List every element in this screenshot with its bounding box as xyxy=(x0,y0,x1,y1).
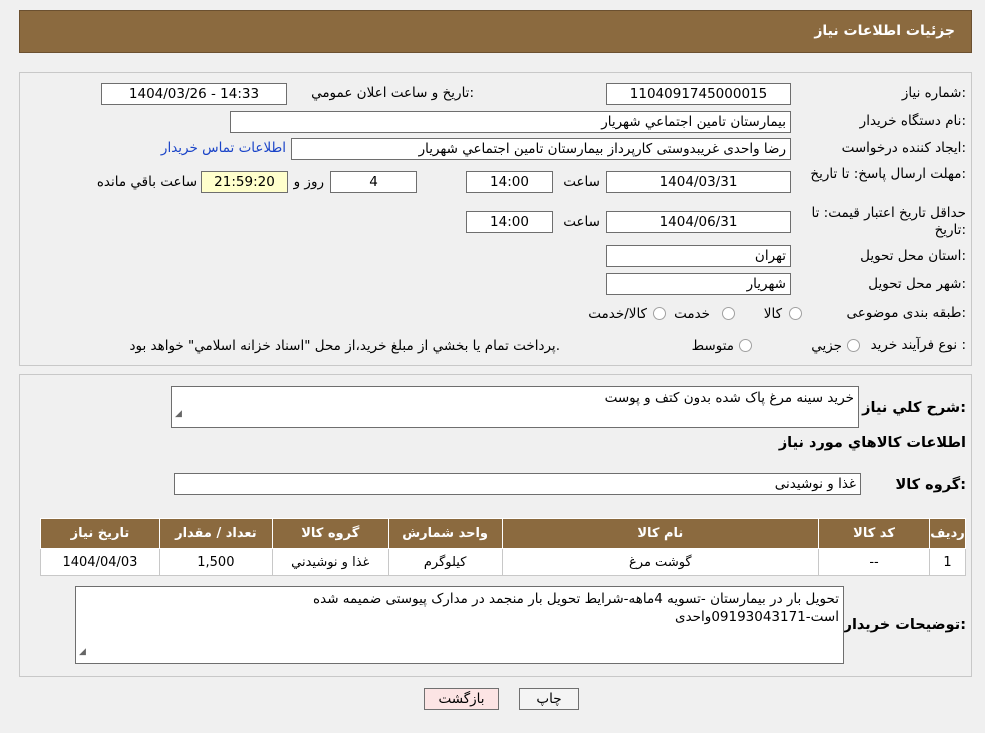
category-goods-service-label: کالا/خدمت xyxy=(588,306,647,322)
category-goods-service-radio[interactable] xyxy=(653,307,666,320)
reply-deadline-label: مهلت ارسال پاسخ: تا تاریخ: xyxy=(810,166,966,182)
reply-deadline-date: 1404/03/31 xyxy=(606,171,791,193)
price-time-label: ساعت xyxy=(563,214,600,230)
city-label: شهر محل تحويل: xyxy=(868,276,966,292)
category-service-label: خدمت xyxy=(674,306,710,322)
reply-deadline-time: 14:00 xyxy=(466,171,553,193)
col-goods-group: گروه کالا xyxy=(271,518,389,549)
page-title: جزئیات اطلاعات نیاز xyxy=(814,23,955,39)
reply-time-label: ساعت xyxy=(563,174,600,190)
cell-goods-group: غذا و نوشيدني xyxy=(271,548,389,576)
cell-quantity: 1,500 xyxy=(158,548,273,576)
purchase-minor-label: جزيي xyxy=(811,338,842,354)
days-label: روز و xyxy=(293,174,324,190)
back-button[interactable]: بازگشت xyxy=(424,688,499,710)
category-goods-radio[interactable] xyxy=(789,307,802,320)
col-unit: واحد شمارش xyxy=(387,518,503,549)
buyer-contact-link[interactable]: اطلاعات تماس خريدار xyxy=(161,140,286,156)
payment-note: پرداخت تمام يا بخشي از مبلغ خريد،از محل … xyxy=(129,338,560,354)
buyer-notes-label: توضيحات خريدار: xyxy=(843,617,966,633)
city-field: شهريار xyxy=(606,273,791,295)
purchase-medium-radio[interactable] xyxy=(739,339,752,352)
buyer-org-field: بيمارستان تامين اجتماعي شهريار xyxy=(230,111,791,133)
requester-field: رضا واحدی غریبدوستی کارپرداز بيمارستان ت… xyxy=(291,138,791,160)
goods-group-field: غذا و نوشیدنی xyxy=(174,473,861,495)
goods-group-label: گروه کالا: xyxy=(895,477,966,493)
province-label: استان محل تحويل: xyxy=(860,248,966,264)
col-need-date: تاریخ نیاز xyxy=(40,518,160,549)
summary-text: خرید سینه مرغ پاک شده بدون کتف و پوست xyxy=(604,390,854,406)
summary-textarea[interactable]: خرید سینه مرغ پاک شده بدون کتف و پوست ◢ xyxy=(171,386,859,428)
announce-label: تاریخ و ساعت اعلان عمومي: xyxy=(311,85,474,101)
page-header: جزئیات اطلاعات نیاز xyxy=(19,10,972,53)
print-button[interactable]: چاپ xyxy=(519,688,579,710)
buyer-notes-line1: تحویل بار در بیمارستان -تسویه 4ماهه-شرای… xyxy=(313,591,839,607)
col-goods-name: نام کالا xyxy=(501,518,820,549)
table-header-row: تاریخ نیاز تعداد / مقدار گروه کالا واحد … xyxy=(40,518,967,549)
days-remaining-field: 4 xyxy=(330,171,417,193)
need-number-field: 1104091745000015 xyxy=(606,83,791,105)
resize-grip-icon: ◢ xyxy=(175,409,182,419)
purchase-minor-radio[interactable] xyxy=(847,339,860,352)
col-row-number: رديف xyxy=(928,518,967,549)
cell-unit: کيلوگرم xyxy=(387,548,503,576)
cell-row-number: 1 xyxy=(928,548,967,576)
purchase-type-label: نوع فرآيند خريد : xyxy=(870,337,966,353)
col-goods-code: کد کالا xyxy=(818,518,930,549)
cell-need-date: 1404/04/03 xyxy=(40,548,160,576)
col-quantity: تعداد / مقدار xyxy=(158,518,273,549)
price-validity-date: 1404/06/31 xyxy=(606,211,791,233)
summary-label: شرح کلي نياز: xyxy=(862,400,966,416)
cell-goods-code: -- xyxy=(818,548,930,576)
price-validity-label: حداقل تاریخ اعتبار قیمت: تا تاریخ: xyxy=(811,205,966,238)
resize-grip-icon: ◢ xyxy=(79,647,86,657)
table-row: 1404/04/03 1,500 غذا و نوشيدني کيلوگرم گ… xyxy=(40,548,967,576)
category-service-radio[interactable] xyxy=(722,307,735,320)
buyer-notes-textarea[interactable]: تحویل بار در بیمارستان -تسویه 4ماهه-شرای… xyxy=(75,586,844,664)
category-goods-label: کالا xyxy=(763,306,782,322)
buyer-org-label: نام دستگاه خريدار: xyxy=(859,113,966,129)
cell-goods-name: گوشت مرغ xyxy=(501,548,820,576)
time-remaining-field: 21:59:20 xyxy=(201,171,288,193)
goods-table: تاریخ نیاز تعداد / مقدار گروه کالا واحد … xyxy=(40,518,967,576)
purchase-medium-label: متوسط xyxy=(691,338,734,354)
need-number-label: شماره نیاز: xyxy=(901,85,966,101)
category-label: طبقه بندی موضوعی: xyxy=(846,305,966,321)
buyer-notes-line2: است-09193043171واحدی xyxy=(675,609,839,625)
price-validity-time: 14:00 xyxy=(466,211,553,233)
announce-field: 1404/03/26 - 14:33 xyxy=(101,83,287,105)
time-remaining-label: ساعت باقي مانده xyxy=(96,174,197,190)
province-field: تهران xyxy=(606,245,791,267)
requester-label: ايجاد کننده درخواست: xyxy=(841,140,966,156)
goods-section-title: اطلاعات کالاهاي مورد نياز xyxy=(778,435,966,451)
